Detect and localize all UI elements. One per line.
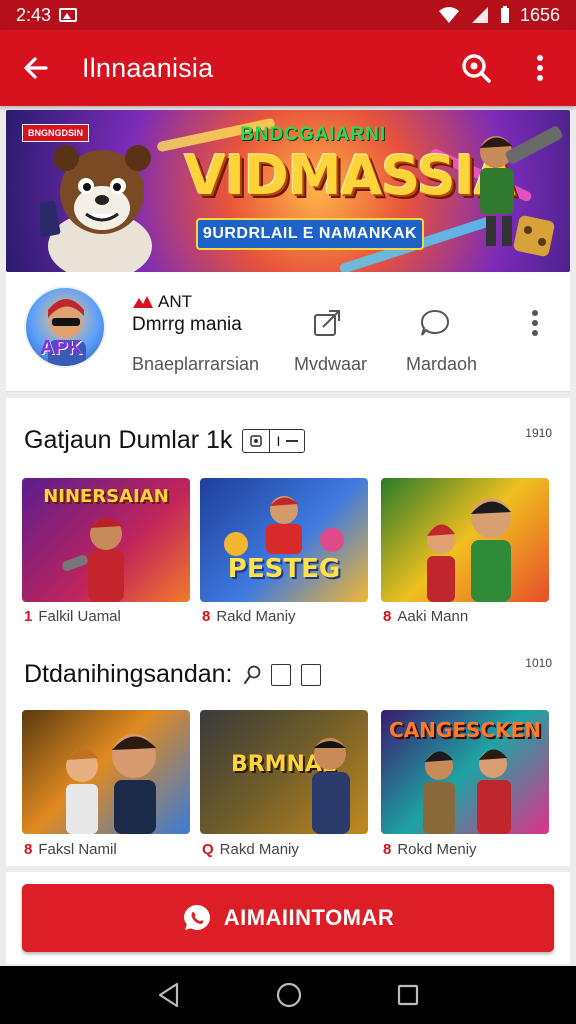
install-button[interactable]: AIMAIINTOMAR xyxy=(22,884,554,952)
section-1-count: 1910 xyxy=(525,426,552,440)
developer-name: ANT xyxy=(158,292,192,311)
game-caption-4: 8 Faksl Namil xyxy=(24,841,117,858)
install-button-label: AIMAIINTOMAR xyxy=(223,905,395,930)
promo-banner[interactable]: BNGNGDSIN BNDCGAIARNI VIDMASSIA 9URDRLAI… xyxy=(6,110,570,272)
section-1-filter-pill[interactable]: I xyxy=(242,428,306,453)
game-tile-3[interactable] xyxy=(381,478,549,602)
page-title: Ilnnaanisia xyxy=(82,52,214,83)
developer-line: ANT xyxy=(132,292,192,312)
game-caption-2: 8 Rakd Maniy xyxy=(202,608,296,625)
image-notification-icon xyxy=(59,8,78,22)
section-2-title: Dtdanihingsandan: xyxy=(24,660,233,688)
lock-icon xyxy=(250,434,263,447)
app-subtitle: Dmrrg mania xyxy=(132,314,242,335)
game-tile-5[interactable]: BRMNAE xyxy=(200,710,368,834)
search-icon[interactable] xyxy=(243,664,261,686)
signal-icon xyxy=(471,7,488,23)
minus-icon xyxy=(286,439,299,442)
game-tile-1-character xyxy=(62,517,124,602)
meta-category: Bnaeplarrarsian xyxy=(132,354,260,374)
section-1-header: Gatjaun Dumlar 1k I xyxy=(24,426,306,455)
section-1-title: Gatjaun Dumlar 1k xyxy=(24,426,233,454)
bottom-action-area: AIMAIINTOMAR xyxy=(6,872,570,964)
search-button[interactable] xyxy=(458,50,494,86)
status-time: 2:43 xyxy=(16,4,52,25)
app-bar: Ilnnaanisia xyxy=(0,30,576,106)
share-icon xyxy=(314,310,340,336)
game-caption-5: Q Rakd Maniy xyxy=(202,841,299,858)
back-nav-icon[interactable] xyxy=(157,982,181,1008)
mascot-character-image xyxy=(40,145,152,272)
section-2-header: Dtdanihingsandan: xyxy=(24,660,321,689)
arrow-left-icon xyxy=(24,57,48,79)
home-nav-icon[interactable] xyxy=(276,982,302,1008)
section-1-pill-label: I xyxy=(276,432,281,449)
more-options-button[interactable] xyxy=(518,306,552,340)
banner-super-title: BNDCGAIARNI xyxy=(240,124,387,145)
game-tile-6[interactable]: CANGESCKEN xyxy=(381,710,549,834)
game-tile-5-character xyxy=(312,738,350,834)
developer-logo-icon xyxy=(133,296,153,308)
game-tile-2-art-text: PESTEG xyxy=(227,554,341,584)
system-nav-bar xyxy=(0,966,576,1024)
back-button[interactable] xyxy=(18,50,54,86)
wifi-icon xyxy=(438,7,459,23)
avatar-apk-label: APK xyxy=(40,337,83,359)
recents-nav-icon[interactable] xyxy=(397,984,419,1006)
hero-character-image xyxy=(480,126,563,257)
game-tile-6-character xyxy=(423,749,511,834)
game-tile-2[interactable]: PESTEG xyxy=(200,478,368,602)
meta-chat-label[interactable]: Mardaoh xyxy=(406,354,477,375)
banner-ribbon: 9URDRLAIL E NAMANKAK xyxy=(196,218,424,250)
overflow-menu-button[interactable] xyxy=(522,50,558,86)
content-card: Gatjaun Dumlar 1k I 1910 NINERSAIAN PEST… xyxy=(6,398,570,866)
game-caption-6: 8 Rokd Meniy xyxy=(383,841,477,858)
game-caption-3: 8 Aaki Mann xyxy=(383,608,469,625)
game-tile-1[interactable]: NINERSAIAN xyxy=(22,478,190,602)
meta-share-label[interactable]: Mvdwaar xyxy=(294,354,367,375)
share-button[interactable] xyxy=(310,306,344,340)
battery-icon xyxy=(500,6,509,23)
chat-button[interactable] xyxy=(418,306,452,340)
app-avatar[interactable]: APK xyxy=(24,286,106,368)
search-icon xyxy=(462,54,491,83)
more-vertical-icon xyxy=(537,55,543,81)
app-info-card: APK ANT Dmrrg mania Bnaeplarrarsian Mvdw… xyxy=(6,272,570,392)
more-vertical-icon xyxy=(532,310,538,336)
whatsapp-icon xyxy=(183,905,210,930)
battery-level: 1656 xyxy=(519,4,560,25)
game-tile-4[interactable] xyxy=(22,710,190,834)
view-toggle-2[interactable] xyxy=(300,663,321,686)
section-2-count: 1010 xyxy=(525,656,552,670)
game-caption-1: 1 Falkil Uamal xyxy=(24,608,121,625)
game-tile-4-character xyxy=(66,734,156,834)
game-tile-3-character xyxy=(427,498,511,602)
chat-bubble-icon xyxy=(420,309,450,336)
status-bar: 2:43 1656 xyxy=(0,0,576,30)
view-toggle-1[interactable] xyxy=(270,663,291,686)
